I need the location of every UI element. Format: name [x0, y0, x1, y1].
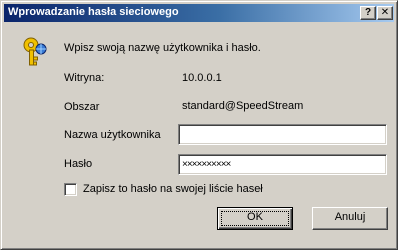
- password-dialog: Wprowadzanie hasła sieciowego ? ✕ Wpisz …: [0, 0, 398, 250]
- realm-label: Obszar: [64, 101, 100, 113]
- dialog-title: Wprowadzanie hasła sieciowego: [8, 6, 179, 18]
- save-password-label[interactable]: Zapisz to hasło na swojej liście haseł: [83, 183, 263, 195]
- save-password-checkbox[interactable]: [64, 183, 77, 196]
- username-label: Nazwa użytkownika: [64, 129, 161, 141]
- instruction-text: Wpisz swoją nazwę użytkownika i hasło.: [64, 42, 261, 54]
- password-field[interactable]: ××××××××××: [178, 154, 387, 175]
- realm-value: standard@SpeedStream: [182, 100, 304, 112]
- cancel-button[interactable]: Anuluj: [312, 207, 388, 230]
- ok-button[interactable]: OK: [217, 207, 293, 230]
- cancel-button-label: Anuluj: [334, 211, 366, 223]
- close-icon: ✕: [380, 7, 390, 18]
- help-button[interactable]: ?: [360, 6, 376, 20]
- key-icon: [23, 37, 47, 66]
- help-icon: ?: [364, 7, 372, 18]
- title-bar[interactable]: Wprowadzanie hasła sieciowego ? ✕: [4, 4, 394, 22]
- site-label: Witryna:: [64, 72, 105, 84]
- close-button[interactable]: ✕: [377, 6, 393, 20]
- password-label: Hasło: [64, 158, 93, 170]
- username-field[interactable]: [178, 124, 387, 145]
- site-value: 10.0.0.1: [182, 72, 222, 84]
- focus-rectangle: [221, 211, 289, 226]
